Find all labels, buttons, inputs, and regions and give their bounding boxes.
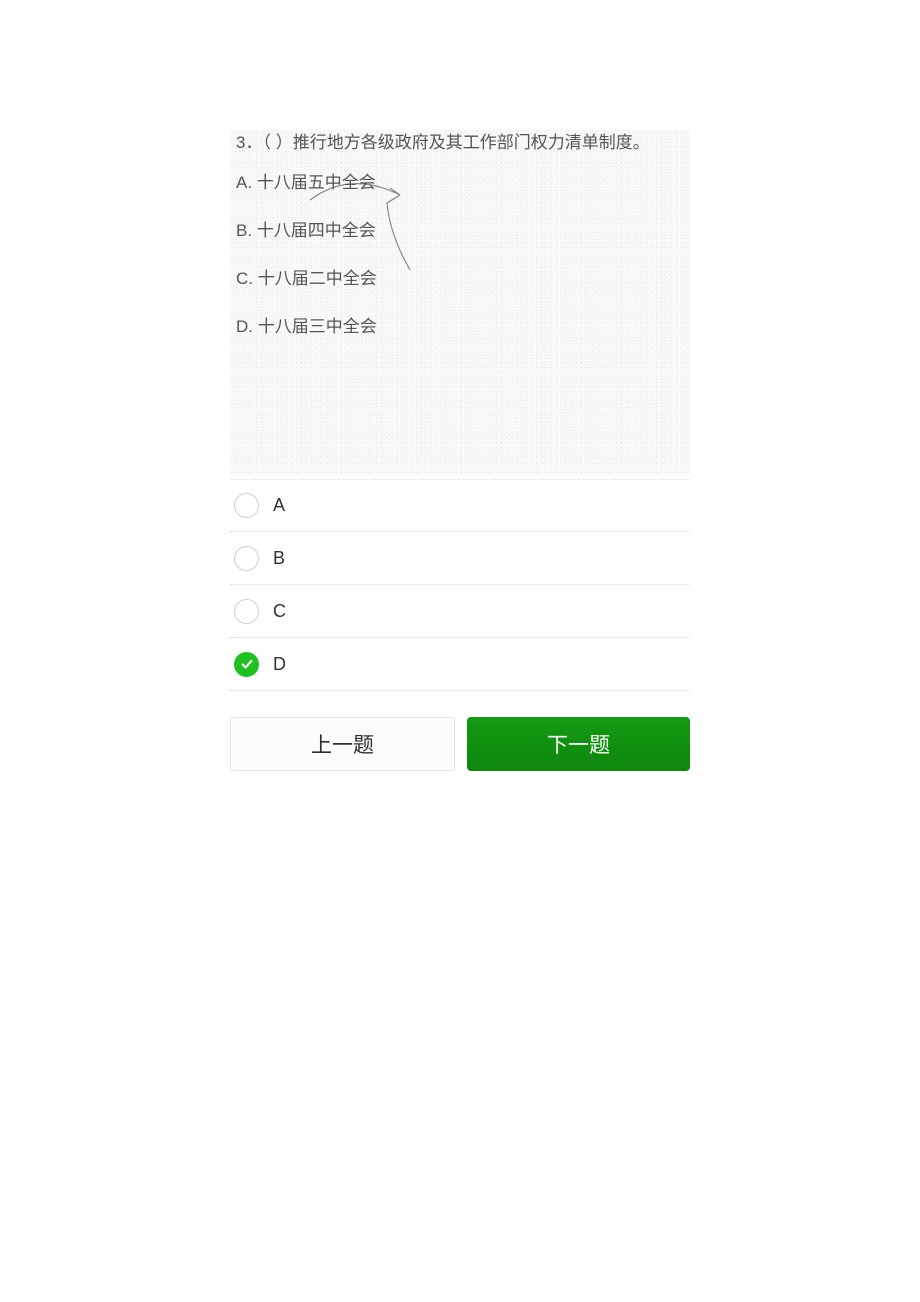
question-options-block: A. 十八届五中全会 B. 十八届四中全会 C. 十八届二中全会 D. 十八届三… xyxy=(230,154,690,338)
question-text-content: （ ）推行地方各级政府及其工作部门权力清单制度。 xyxy=(262,133,649,152)
answer-option-d[interactable]: D xyxy=(230,638,690,691)
answer-option-a[interactable]: A xyxy=(230,479,690,532)
radio-icon xyxy=(234,599,259,624)
quiz-container: 3．（ ）推行地方各级政府及其工作部门权力清单制度。 A. 十八届五中全会 B.… xyxy=(230,0,690,771)
radio-icon xyxy=(234,546,259,571)
question-panel: 3．（ ）推行地方各级政府及其工作部门权力清单制度。 A. 十八届五中全会 B.… xyxy=(230,130,690,475)
answer-option-b[interactable]: B xyxy=(230,532,690,585)
answer-list: A B C D xyxy=(230,479,690,691)
navigation-buttons: 上一题 下一题 xyxy=(230,717,690,771)
question-option-d: D. 十八届三中全会 xyxy=(236,316,684,338)
question-number: 3． xyxy=(236,133,262,152)
radio-icon xyxy=(234,493,259,518)
prev-button[interactable]: 上一题 xyxy=(230,717,455,771)
answer-label: B xyxy=(273,548,285,569)
answer-label: C xyxy=(273,601,286,622)
question-option-a: A. 十八届五中全会 xyxy=(236,172,684,194)
next-button[interactable]: 下一题 xyxy=(467,717,690,771)
question-option-c: C. 十八届二中全会 xyxy=(236,268,684,290)
question-stem: 3．（ ）推行地方各级政府及其工作部门权力清单制度。 xyxy=(230,130,690,154)
checkmark-icon xyxy=(240,657,254,671)
answer-label: A xyxy=(273,495,285,516)
radio-selected-icon xyxy=(234,652,259,677)
answer-option-c[interactable]: C xyxy=(230,585,690,638)
question-option-b: B. 十八届四中全会 xyxy=(236,220,684,242)
answer-label: D xyxy=(273,654,286,675)
